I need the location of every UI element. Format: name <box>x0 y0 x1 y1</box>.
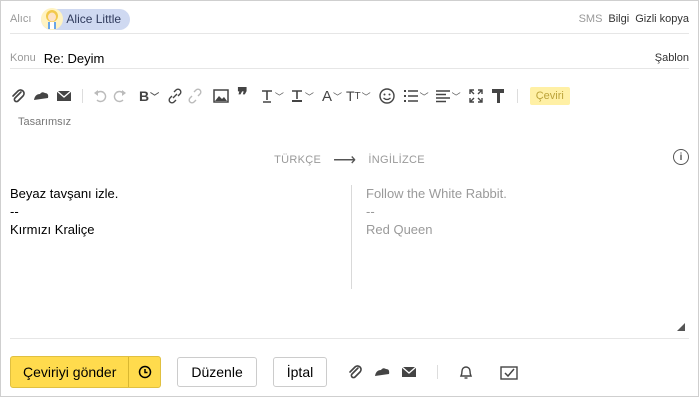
recipient-name: Alice Little <box>66 12 122 26</box>
translate-button[interactable]: Çeviri <box>529 87 570 105</box>
divider <box>10 338 689 339</box>
target-line: Red Queen <box>366 222 433 237</box>
recipient-row: Alıcı Alice Little SMS Bilgi Gizli kopya <box>10 7 689 31</box>
to-label: Alıcı <box>10 13 32 25</box>
subject-input[interactable]: Re: Deyim <box>44 51 105 66</box>
subject-label: Konu <box>10 52 36 64</box>
compose-window: Alıcı Alice Little SMS Bilgi Gizli kopya… <box>0 0 699 397</box>
info-link[interactable]: Bilgi <box>608 13 629 25</box>
mail-attach-icon[interactable] <box>401 362 417 382</box>
divider <box>351 185 352 289</box>
design-mode-toggle[interactable]: Tasarımsız <box>18 116 71 128</box>
sms-link[interactable]: SMS <box>579 13 603 25</box>
source-language[interactable]: TÜRKÇE <box>274 154 321 166</box>
text-format-icon[interactable]: ﹀ <box>260 86 284 106</box>
cloud-attach-icon[interactable] <box>373 362 391 382</box>
cancel-button[interactable]: İptal <box>272 357 328 387</box>
bcc-link[interactable]: Gizli kopya <box>635 13 689 25</box>
template-link[interactable]: Şablon <box>655 52 689 64</box>
recipient-chip[interactable]: Alice Little <box>41 8 131 30</box>
source-line: Beyaz tavşanı izle. <box>10 186 119 201</box>
resize-handle[interactable] <box>677 323 685 331</box>
send-button-group: Çeviriyi gönder <box>10 356 162 388</box>
bell-icon[interactable] <box>458 362 474 382</box>
target-language[interactable]: İNGİLİZCE <box>368 154 425 166</box>
emoji-icon[interactable] <box>378 86 395 106</box>
translated-text: Follow the White Rabbit. -- Red Queen <box>366 185 686 239</box>
separator <box>82 89 83 103</box>
attach-icon[interactable] <box>10 86 26 106</box>
font-size-icon[interactable]: T T ﹀ <box>346 86 371 106</box>
format-painter-icon[interactable] <box>491 86 505 106</box>
divider <box>10 68 689 69</box>
recipient-links: SMS Bilgi Gizli kopya <box>579 13 689 25</box>
cloud-attach-icon[interactable] <box>32 86 50 106</box>
image-icon[interactable] <box>213 86 229 106</box>
redo-icon[interactable] <box>112 86 127 106</box>
source-line: Kırmızı Kraliçe <box>10 222 95 237</box>
subject-row: Konu Re: Deyim Şablon <box>10 47 689 69</box>
action-bar: Çeviriyi gönder Düzenle İptal <box>10 356 689 388</box>
arrow-icon: ⟶ <box>333 152 357 169</box>
align-icon[interactable]: ﹀ <box>435 86 461 106</box>
fullscreen-icon[interactable] <box>468 86 483 106</box>
list-icon[interactable]: ﹀ <box>403 86 429 106</box>
send-translation-button[interactable]: Çeviriyi gönder <box>11 357 128 387</box>
info-icon[interactable]: i <box>673 149 689 165</box>
source-text[interactable]: Beyaz tavşanı izle. -- Kırmızı Kraliçe <box>10 185 330 239</box>
link-icon[interactable] <box>167 86 183 106</box>
format-toolbar: B ﹀ ❞ ﹀ ﹀ A ﹀ T T ﹀ ﹀ ﹀ Çeviri <box>10 85 689 107</box>
bold-icon[interactable]: B ﹀ <box>139 86 159 106</box>
source-line: -- <box>10 204 19 219</box>
divider <box>10 33 689 34</box>
edit-button[interactable]: Düzenle <box>177 357 257 387</box>
schedule-icon[interactable] <box>128 357 160 387</box>
text-color-icon[interactable]: ﹀ <box>290 86 314 106</box>
target-line: Follow the White Rabbit. <box>366 186 507 201</box>
bottom-icons <box>347 362 518 382</box>
attach-icon[interactable] <box>347 362 363 382</box>
avatar <box>41 8 64 30</box>
mail-attach-icon[interactable] <box>56 86 72 106</box>
separator <box>516 89 518 103</box>
read-receipt-icon[interactable] <box>500 362 518 382</box>
undo-icon[interactable] <box>93 86 108 106</box>
quote-icon[interactable]: ❞ <box>237 86 248 106</box>
separator <box>437 365 439 379</box>
target-line: -- <box>366 204 375 219</box>
language-bar: TÜRKÇE ⟶ İNGİLİZCE <box>1 150 698 170</box>
unlink-icon[interactable] <box>187 86 203 106</box>
font-icon[interactable]: A ﹀ <box>322 86 342 106</box>
